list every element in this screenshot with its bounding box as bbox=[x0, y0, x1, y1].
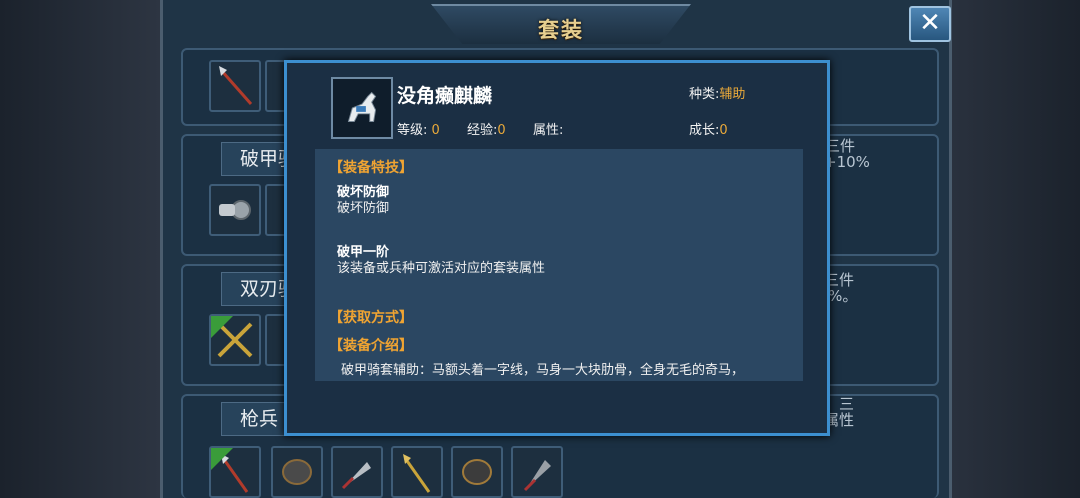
skill-section-title: 【装备特技】 bbox=[329, 160, 413, 176]
horse-icon bbox=[347, 91, 377, 123]
close-button[interactable]: ✕ bbox=[909, 6, 951, 42]
equipment-slot[interactable] bbox=[331, 446, 383, 498]
equipment-slot[interactable] bbox=[511, 446, 563, 498]
exp-stat: 经验:0 bbox=[467, 123, 506, 138]
item-icon-frame bbox=[331, 77, 393, 139]
category-stat: 种类:辅助 bbox=[689, 87, 746, 102]
equipment-slot[interactable] bbox=[209, 184, 261, 236]
intro-text: 破甲骑套辅助：马额头着一字线，马身一大块肋骨，全身无毛的奇马， bbox=[341, 363, 745, 378]
armor-icon bbox=[462, 459, 492, 485]
axe-icon bbox=[341, 462, 371, 490]
spear-icon bbox=[219, 66, 253, 105]
equipment-slot[interactable] bbox=[209, 60, 261, 112]
equipment-slot[interactable] bbox=[391, 446, 443, 498]
axe-icon bbox=[523, 460, 551, 492]
attribute-stat: 属性: bbox=[533, 123, 564, 138]
level-stat: 等级: 0 bbox=[397, 123, 440, 138]
title-banner: 套装 bbox=[431, 4, 691, 44]
description-box: 【装备特技】 破坏防御 破坏防御 破甲一阶 该装备或兵种可激活对应的套装属性 【… bbox=[315, 149, 803, 381]
equipment-slot[interactable] bbox=[271, 446, 323, 498]
equipment-detail-popup: 没角癞麒麟 种类:辅助 等级: 0 经验:0 属性: 成长:0 【装备特技】 破… bbox=[284, 60, 830, 436]
item-name: 没角癞麒麟 bbox=[397, 85, 493, 107]
intro-section-title: 【装备介绍】 bbox=[329, 338, 413, 354]
equipment-slot[interactable] bbox=[209, 446, 261, 498]
shield-icon bbox=[219, 200, 251, 220]
equipment-slot[interactable] bbox=[451, 446, 503, 498]
background-left bbox=[0, 0, 160, 498]
growth-stat: 成长:0 bbox=[689, 123, 728, 138]
close-icon: ✕ bbox=[919, 8, 941, 38]
skill-desc: 该装备或兵种可激活对应的套装属性 bbox=[337, 261, 546, 276]
armor-icon bbox=[282, 459, 312, 485]
spear-icon bbox=[403, 454, 431, 493]
obtain-section-title: 【获取方式】 bbox=[329, 310, 413, 326]
equipment-slot[interactable] bbox=[209, 314, 261, 366]
skill-desc: 破坏防御 bbox=[337, 201, 390, 216]
panel-title: 套装 bbox=[538, 18, 584, 42]
